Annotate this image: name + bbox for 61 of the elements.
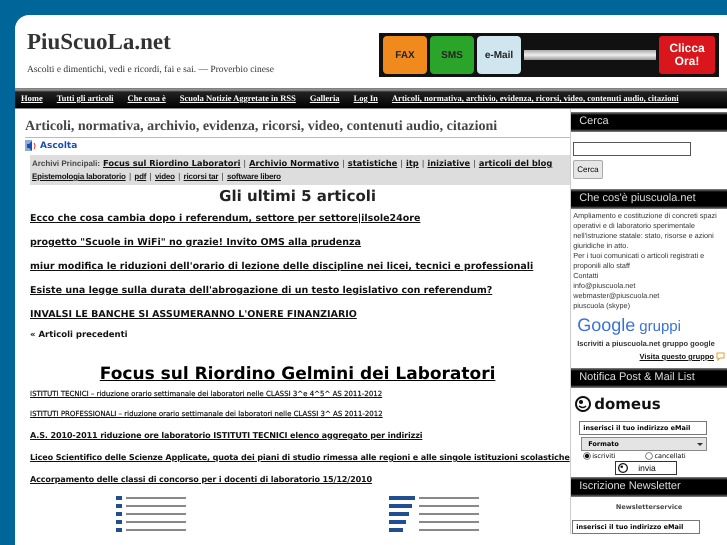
separator: | — [342, 158, 345, 170]
group-logo: Google — [577, 315, 636, 336]
archive-link[interactable]: Archivio Normativo — [249, 157, 340, 170]
article-link[interactable]: miur modifica le riduzioni dell'orario di lezione delle discipline nei licei, tecnici e professionali — [30, 261, 570, 272]
older-posts-link[interactable]: « Articoli precedenti — [30, 330, 570, 340]
archive-link[interactable]: software libero — [226, 170, 281, 183]
separator: | — [400, 158, 403, 170]
banner-label: FAX — [383, 36, 427, 74]
archive-link[interactable]: ricorsi tar — [184, 170, 218, 183]
banner-ad[interactable]: FAX SMS e-Mail Clicca Ora! — [379, 33, 719, 77]
separator: | — [221, 171, 224, 183]
domeus-logo: domeus — [594, 395, 661, 413]
archive-link[interactable]: iniziative — [427, 157, 470, 170]
face-logo-icon — [618, 463, 628, 473]
search-button[interactable]: Cerca — [573, 160, 603, 179]
focus-link[interactable]: A.S. 2010-2011 riduzione ore laboratorio ISTITUTI TECNICI elenco aggregato per indirizzi — [30, 430, 570, 440]
nav-link[interactable]: Home — [21, 93, 43, 103]
article-link[interactable]: progetto "Scuole in WiFi" no grazie! Invito OMS alla prudenza — [30, 237, 570, 248]
nav-link[interactable]: Log In — [354, 93, 378, 103]
listen-button[interactable]: Ascolta — [25, 140, 570, 152]
archive-link[interactable]: Epistemologia laboratorio — [32, 170, 126, 183]
site-title[interactable]: PiuScuoLa.net — [27, 29, 274, 55]
nav-link[interactable]: Galleria — [310, 93, 340, 103]
speaker-icon — [25, 140, 37, 152]
sidebar-heading: Iscrizione Newsletter — [571, 477, 727, 497]
sidebar-heading: Cerca — [571, 112, 727, 132]
archive-label: Archivi Principali: — [32, 158, 100, 170]
archive-link[interactable]: pdf — [134, 170, 146, 183]
focus-link[interactable]: Liceo Scientifico delle Scienze Applicate, quota dei piani di studio rimessa alle regioni e alle singole istituzioni scolastiche — [30, 452, 570, 462]
face-logo-icon — [575, 396, 592, 412]
nav-link[interactable]: Articoli, normativa, archivio, evidenza, ricorsi, video, contenuti audio, citazioni — [392, 93, 679, 103]
separator: | — [128, 171, 132, 183]
article-link[interactable]: Ecco che cosa cambia dopo i referendum, settore per settore|ilsole24ore — [30, 213, 570, 224]
separator: | — [473, 158, 476, 170]
banner-label: e-Mail — [477, 36, 521, 74]
archive-link[interactable]: Focus sul Riordino Laboratori — [103, 157, 240, 170]
banner-cta[interactable]: Clicca Ora! — [659, 36, 715, 74]
separator: | — [422, 158, 424, 170]
search-field[interactable] — [573, 142, 692, 156]
archive-link[interactable]: statistiche — [348, 157, 398, 170]
focus-link[interactable]: Accorpamento delle classi di concorso per i docenti di laboratorio 15/12/2010 — [30, 474, 570, 484]
archive-link[interactable]: articoli del blog — [478, 157, 552, 170]
section-heading: Gli ultimi 5 articoli — [218, 187, 378, 205]
article-link[interactable]: Esiste una legge sulla durata dell'abrogazione di un testo legislativo con referendum? — [30, 285, 570, 296]
group-logo-suffix: gruppi — [639, 318, 681, 335]
archive-link[interactable]: video — [154, 170, 175, 183]
banner-label: SMS — [430, 36, 474, 74]
separator: | — [178, 171, 181, 183]
separator: | — [149, 171, 152, 183]
sidebar-heading: Notifica Post & Mail List — [571, 368, 727, 388]
nav-link[interactable]: Che cosa è — [128, 93, 166, 103]
article-link[interactable]: INVALSI LE BANCHE SI ASSUMERANNO L'ONERE FINANZIARIO — [30, 309, 570, 320]
nav-link[interactable]: Tutti gli articoli — [56, 93, 114, 103]
page-title: Articoli, normativa, archivio, evidenza, ricorsi, video, contenuti audio, citazioni — [25, 119, 570, 138]
send-button[interactable]: invia — [615, 461, 678, 475]
site-tagline: Ascolti e dimentichi, vedi e ricordi, fai e sai. — Proverbio cinese — [27, 65, 274, 75]
focus-heading: Focus sul Riordino Gelmini dei Laboratori — [98, 364, 496, 384]
archive-link[interactable]: itp — [406, 157, 419, 170]
sidebar-heading: Che cos'è piuscuola.net — [571, 189, 727, 209]
separator: | — [243, 158, 246, 170]
nav-link[interactable]: Scuola Notizie Aggretate in RSS — [180, 93, 296, 103]
